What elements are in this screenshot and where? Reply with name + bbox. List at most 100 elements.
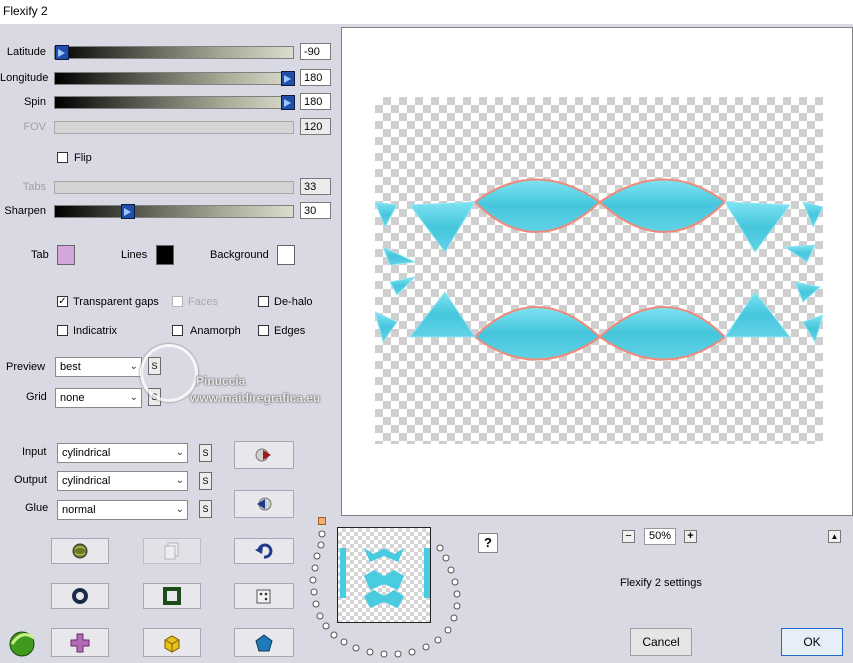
plugin-logo: [4, 624, 38, 657]
latitude-slider[interactable]: [54, 45, 294, 60]
indicatrix-label: Indicatrix: [73, 325, 118, 337]
thumbnail-preview[interactable]: [337, 527, 431, 623]
chevron-down-icon: ⌄: [129, 392, 138, 403]
rewind-icon: [257, 497, 272, 511]
output-s-button[interactable]: S: [199, 472, 212, 490]
cube-button[interactable]: [143, 628, 201, 657]
flip-label: Flip: [74, 152, 92, 164]
tabs-field: 33: [300, 178, 331, 195]
dice-button[interactable]: [234, 583, 294, 609]
frame-icon: [163, 587, 181, 605]
ring-icon: [72, 588, 88, 604]
zoom-level[interactable]: 50%: [644, 528, 676, 545]
cross-icon: [70, 633, 90, 652]
sharpen-slider[interactable]: [54, 204, 294, 219]
sharpen-field[interactable]: 30: [300, 202, 331, 219]
background-color-swatch[interactable]: [277, 245, 295, 265]
input-label: Input: [22, 446, 47, 458]
faces-label: Faces: [188, 296, 218, 308]
cancel-button[interactable]: Cancel: [630, 628, 692, 656]
glue-label: Glue: [25, 502, 49, 514]
anamorph-checkbox[interactable]: [172, 325, 183, 336]
undo-button[interactable]: [234, 538, 294, 564]
spin-field[interactable]: 180: [300, 93, 331, 110]
latitude-field[interactable]: -90: [300, 43, 331, 60]
longitude-field[interactable]: 180: [300, 69, 331, 86]
fov-slider: [54, 121, 294, 134]
preview-select-value: best: [60, 361, 81, 373]
anamorph-label: Anamorph: [190, 325, 241, 337]
forward-play-icon: [255, 448, 271, 462]
pentagon-button[interactable]: [234, 628, 294, 657]
forward-button[interactable]: [234, 441, 294, 469]
latitude-label: Latitude: [6, 46, 46, 58]
fov-field: 120: [300, 118, 331, 135]
chevron-down-icon: ⌄: [129, 361, 138, 372]
pentagon-icon: [255, 633, 273, 651]
input-s-button[interactable]: S: [199, 444, 212, 462]
preview-artwork: [374, 178, 824, 361]
tabs-slider: [54, 181, 294, 194]
help-button[interactable]: ?: [478, 533, 498, 553]
edges-checkbox[interactable]: [258, 325, 269, 336]
zoom-out-button[interactable]: −: [622, 530, 635, 543]
tab-color-label: Tab: [31, 249, 49, 261]
output-label: Output: [14, 474, 48, 486]
spin-label: Spin: [23, 96, 46, 108]
grid-select[interactable]: none ⌄: [55, 388, 142, 408]
spin-slider[interactable]: [54, 95, 295, 110]
de-halo-checkbox[interactable]: [258, 296, 269, 307]
indicatrix-checkbox[interactable]: [57, 325, 68, 336]
tab-color-swatch[interactable]: [57, 245, 75, 265]
rewind-button[interactable]: [234, 490, 294, 518]
glue-select[interactable]: normal ⌄: [57, 500, 188, 520]
ok-button[interactable]: OK: [781, 628, 843, 656]
chevron-down-icon: ⌄: [175, 504, 184, 515]
input-select[interactable]: cylindrical ⌄: [57, 443, 188, 463]
preview-label: Preview: [6, 361, 46, 373]
main-preview-canvas[interactable]: [374, 97, 824, 444]
lines-color-swatch[interactable]: [156, 245, 174, 265]
copy-icon: [164, 542, 179, 560]
longitude-thumb[interactable]: [281, 71, 295, 86]
fov-label: FOV: [23, 121, 46, 133]
thumbnail-image: [340, 548, 430, 608]
cross-button[interactable]: [51, 628, 109, 657]
flip-checkbox[interactable]: [57, 152, 68, 163]
input-select-value: cylindrical: [62, 447, 111, 459]
title-bar: [0, 0, 853, 24]
spin-thumb[interactable]: [281, 95, 295, 110]
transparent-gaps-checkbox[interactable]: ✓: [57, 296, 68, 307]
glue-s-button[interactable]: S: [199, 500, 212, 518]
copy-button: [143, 538, 201, 564]
grid-select-value: none: [60, 392, 85, 404]
edges-label: Edges: [274, 325, 306, 337]
watermark-name: Pinuccia: [196, 374, 246, 388]
longitude-slider[interactable]: [54, 71, 295, 86]
sharpen-thumb[interactable]: [121, 204, 135, 219]
lines-color-label: Lines: [121, 249, 148, 261]
undo-icon: [255, 543, 273, 559]
scroll-up-button[interactable]: ▲: [828, 530, 841, 543]
window-title: Flexify 2: [3, 4, 48, 18]
frame-button[interactable]: [143, 583, 201, 609]
grid-label: Grid: [26, 391, 47, 403]
globe-button[interactable]: [51, 538, 109, 564]
zoom-in-button[interactable]: +: [684, 530, 697, 543]
sharpen-label: Sharpen: [4, 205, 46, 217]
ring-button[interactable]: [51, 583, 109, 609]
chevron-down-icon: ⌄: [175, 475, 184, 486]
preview-select[interactable]: best ⌄: [55, 357, 142, 377]
leaf-logo-icon: [9, 631, 35, 657]
tabs-label: Tabs: [22, 181, 46, 193]
de-halo-label: De-halo: [274, 296, 313, 308]
longitude-label: Longitude: [0, 72, 49, 84]
chevron-down-icon: ⌄: [175, 447, 184, 458]
dice-icon: [256, 589, 271, 604]
output-select-value: cylindrical: [62, 475, 111, 487]
latitude-thumb[interactable]: [55, 45, 69, 60]
transparent-gaps-label: Transparent gaps: [73, 296, 159, 308]
output-select[interactable]: cylindrical ⌄: [57, 471, 188, 491]
faces-checkbox: [172, 296, 183, 307]
glue-select-value: normal: [62, 504, 96, 516]
